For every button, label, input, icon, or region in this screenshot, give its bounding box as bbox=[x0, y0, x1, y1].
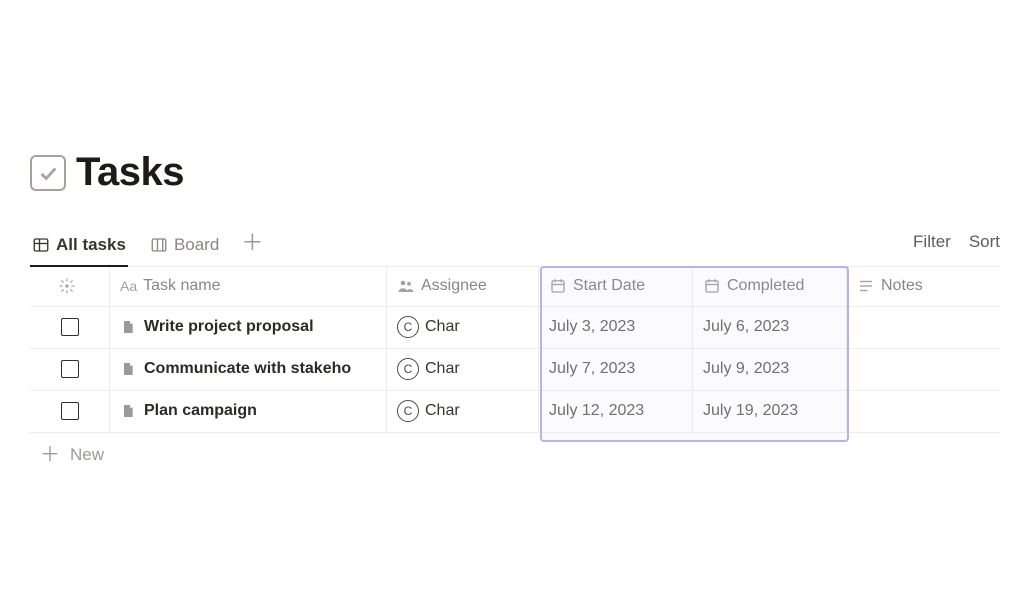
task-title-cell[interactable]: Write project proposal bbox=[110, 307, 387, 349]
column-assignee-label: Assignee bbox=[421, 277, 487, 295]
people-icon bbox=[397, 277, 415, 295]
text-lines-icon bbox=[857, 277, 875, 295]
completed-date-value: July 6, 2023 bbox=[703, 318, 789, 336]
calendar-icon bbox=[549, 277, 567, 295]
page-title-row: Tasks bbox=[30, 150, 1000, 195]
filter-button[interactable]: Filter bbox=[913, 232, 951, 252]
notes-cell[interactable] bbox=[847, 349, 1000, 391]
table-icon bbox=[32, 236, 50, 254]
avatar: C bbox=[397, 316, 419, 338]
assignee-name: Char bbox=[425, 318, 460, 336]
completed-date-cell[interactable]: July 9, 2023 bbox=[693, 349, 847, 391]
table-row[interactable]: Communicate with stakeho C Char July 7, … bbox=[30, 349, 1000, 391]
completed-date-cell[interactable]: July 19, 2023 bbox=[693, 391, 847, 433]
page-icon bbox=[120, 361, 136, 377]
column-notes-header[interactable]: Notes bbox=[847, 267, 1000, 307]
row-checkbox-cell[interactable] bbox=[30, 391, 110, 433]
table-header-row: Aa Task name Assignee Start Date Complet… bbox=[30, 267, 1000, 307]
table-row[interactable]: Plan campaign C Char July 12, 2023 July … bbox=[30, 391, 1000, 433]
assignee-cell[interactable]: C Char bbox=[387, 391, 539, 433]
page-title: Tasks bbox=[76, 150, 184, 195]
notes-cell[interactable] bbox=[847, 391, 1000, 433]
plus-icon: ＋ bbox=[40, 445, 60, 465]
task-title-text: Write project proposal bbox=[144, 318, 314, 336]
checkbox-icon bbox=[61, 318, 79, 336]
column-completed-header[interactable]: Completed bbox=[693, 267, 847, 307]
task-title-text: Plan campaign bbox=[144, 402, 257, 420]
add-view-button[interactable]: ＋ bbox=[241, 232, 263, 262]
completed-date-cell[interactable]: July 6, 2023 bbox=[693, 307, 847, 349]
tab-board[interactable]: Board bbox=[148, 229, 221, 265]
task-title-cell[interactable]: Plan campaign bbox=[110, 391, 387, 433]
table-row[interactable]: Write project proposal C Char July 3, 20… bbox=[30, 307, 1000, 349]
completed-date-value: July 9, 2023 bbox=[703, 360, 789, 378]
tasks-checkbox-icon bbox=[30, 155, 66, 191]
completed-date-value: July 19, 2023 bbox=[703, 402, 798, 420]
assignee-name: Char bbox=[425, 402, 460, 420]
assignee-cell[interactable]: C Char bbox=[387, 307, 539, 349]
column-task-name-label: Task name bbox=[143, 277, 220, 295]
avatar: C bbox=[397, 400, 419, 422]
row-options-header[interactable] bbox=[30, 267, 110, 307]
new-row-button[interactable]: ＋ New bbox=[30, 433, 1000, 477]
calendar-icon bbox=[703, 277, 721, 295]
view-tabs: All tasks Board ＋ Filter Sort bbox=[30, 229, 1000, 267]
start-date-cell[interactable]: July 3, 2023 bbox=[539, 307, 693, 349]
notes-cell[interactable] bbox=[847, 307, 1000, 349]
task-title-text: Communicate with stakeho bbox=[144, 360, 351, 378]
start-date-cell[interactable]: July 7, 2023 bbox=[539, 349, 693, 391]
checkbox-icon bbox=[61, 402, 79, 420]
column-task-name-header[interactable]: Aa Task name bbox=[110, 267, 387, 307]
task-title-cell[interactable]: Communicate with stakeho bbox=[110, 349, 387, 391]
tab-all-tasks[interactable]: All tasks bbox=[30, 229, 128, 267]
start-date-value: July 12, 2023 bbox=[549, 402, 644, 420]
column-assignee-header[interactable]: Assignee bbox=[387, 267, 539, 307]
checkbox-icon bbox=[61, 360, 79, 378]
new-row-label: New bbox=[70, 445, 104, 465]
column-start-date-header[interactable]: Start Date bbox=[539, 267, 693, 307]
page-icon bbox=[120, 403, 136, 419]
tab-board-label: Board bbox=[174, 235, 219, 255]
avatar: C bbox=[397, 358, 419, 380]
board-icon bbox=[150, 236, 168, 254]
start-date-value: July 3, 2023 bbox=[549, 318, 635, 336]
column-completed-label: Completed bbox=[727, 277, 804, 295]
sort-button[interactable]: Sort bbox=[969, 232, 1000, 252]
page-icon bbox=[120, 319, 136, 335]
tab-all-tasks-label: All tasks bbox=[56, 235, 126, 255]
column-start-date-label: Start Date bbox=[573, 277, 645, 295]
column-notes-label: Notes bbox=[881, 277, 923, 295]
assignee-cell[interactable]: C Char bbox=[387, 349, 539, 391]
row-checkbox-cell[interactable] bbox=[30, 349, 110, 391]
start-date-cell[interactable]: July 12, 2023 bbox=[539, 391, 693, 433]
gear-icon bbox=[58, 277, 76, 295]
assignee-name: Char bbox=[425, 360, 460, 378]
row-checkbox-cell[interactable] bbox=[30, 307, 110, 349]
title-type-icon: Aa bbox=[120, 278, 137, 294]
start-date-value: July 7, 2023 bbox=[549, 360, 635, 378]
